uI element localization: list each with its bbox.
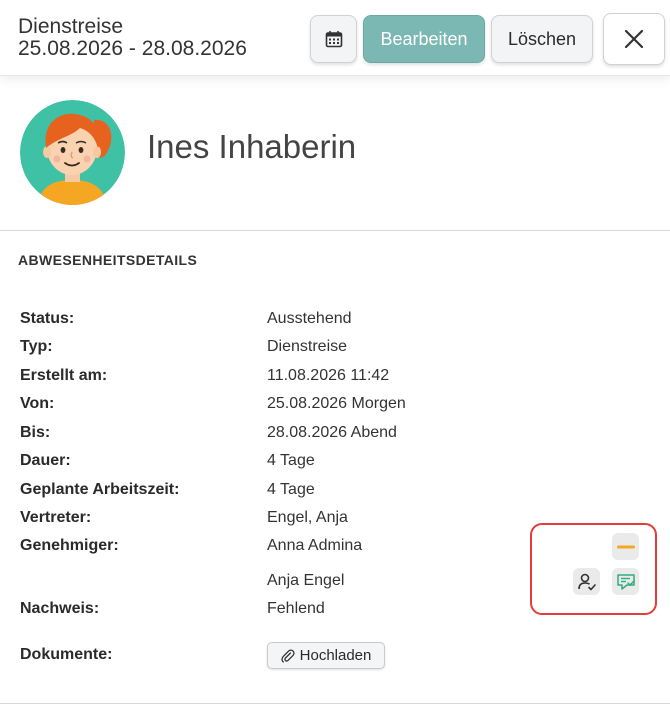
detail-label: Genehmiger: [20,537,119,554]
delete-button[interactable]: Löschen [491,15,593,63]
detail-label: Status: [20,310,75,327]
user-check-icon [577,573,596,590]
detail-value: 25.08.2026 Morgen [267,395,406,412]
calendar-icon [325,31,342,48]
detail-value: Dienstreise [267,338,348,355]
detail-value: 4 Tage [267,452,315,469]
upload-label: Hochladen [299,647,372,664]
detail-row-from: Von: 25.08.2026 Morgen [0,393,670,417]
detail-value: 28.08.2026 Abend [267,424,397,441]
detail-row-type: Typ: Dienstreise [0,336,670,360]
detail-label: Von: [20,395,55,412]
upload-button[interactable]: Hochladen [267,642,385,669]
approver-comment-check-button[interactable] [612,568,639,595]
comment-check-icon [616,573,635,590]
calendar-button[interactable] [310,15,357,63]
detail-row-planned-work: Geplante Arbeitszeit: 4 Tage [0,479,670,503]
detail-value: Ausstehend [267,310,352,327]
detail-value: Fehlend [267,600,325,617]
approver-user-check-button[interactable] [573,568,600,595]
paperclip-icon [281,648,295,663]
avatar-girl-illustration [20,100,125,205]
absence-date-range: 25.08.2026 - 28.08.2026 [18,37,247,60]
detail-row-proof: Nachweis: Fehlend [0,598,670,622]
absence-type-title: Dienstreise [18,15,124,38]
detail-value: 11.08.2026 11:42 [267,367,390,384]
header-bar: Dienstreise 25.08.2026 - 28.08.2026 Bear… [0,0,670,76]
header-title-block: Dienstreise 25.08.2026 - 28.08.2026 [18,16,247,60]
profile-name: Ines Inhaberin [147,128,357,165]
edit-button[interactable]: Bearbeiten [363,15,485,63]
detail-row-to: Bis: 28.08.2026 Abend [0,422,670,446]
detail-label: Dauer: [20,452,71,469]
detail-label: Geplante Arbeitszeit: [20,481,180,498]
close-icon [624,29,644,49]
detail-value: 4 Tage [267,481,315,498]
detail-label: Bis: [20,424,51,441]
detail-label: Typ: [20,338,53,355]
detail-row-status: Status: Ausstehend [0,308,670,332]
detail-value: Engel, Anja [267,509,348,526]
detail-label: Vertreter: [20,509,92,526]
detail-row-duration: Dauer: 4 Tage [0,450,670,474]
pending-status-indicator[interactable] [612,533,639,560]
pending-dash-icon [616,545,635,548]
detail-label: Nachweis: [20,600,100,617]
approver-name: Anna Admina [267,537,363,554]
profile-section: Ines Inhaberin [0,76,670,231]
divider [0,703,670,704]
approver-name: Anja Engel [267,572,345,589]
detail-label: Erstellt am: [20,367,108,384]
close-button[interactable] [603,13,665,65]
detail-label: Dokumente: [20,646,113,663]
detail-row-created: Erstellt am: 11.08.2026 11:42 [0,365,670,389]
avatar [20,100,125,205]
section-title: ABWESENHEITSDETAILS [18,252,198,268]
